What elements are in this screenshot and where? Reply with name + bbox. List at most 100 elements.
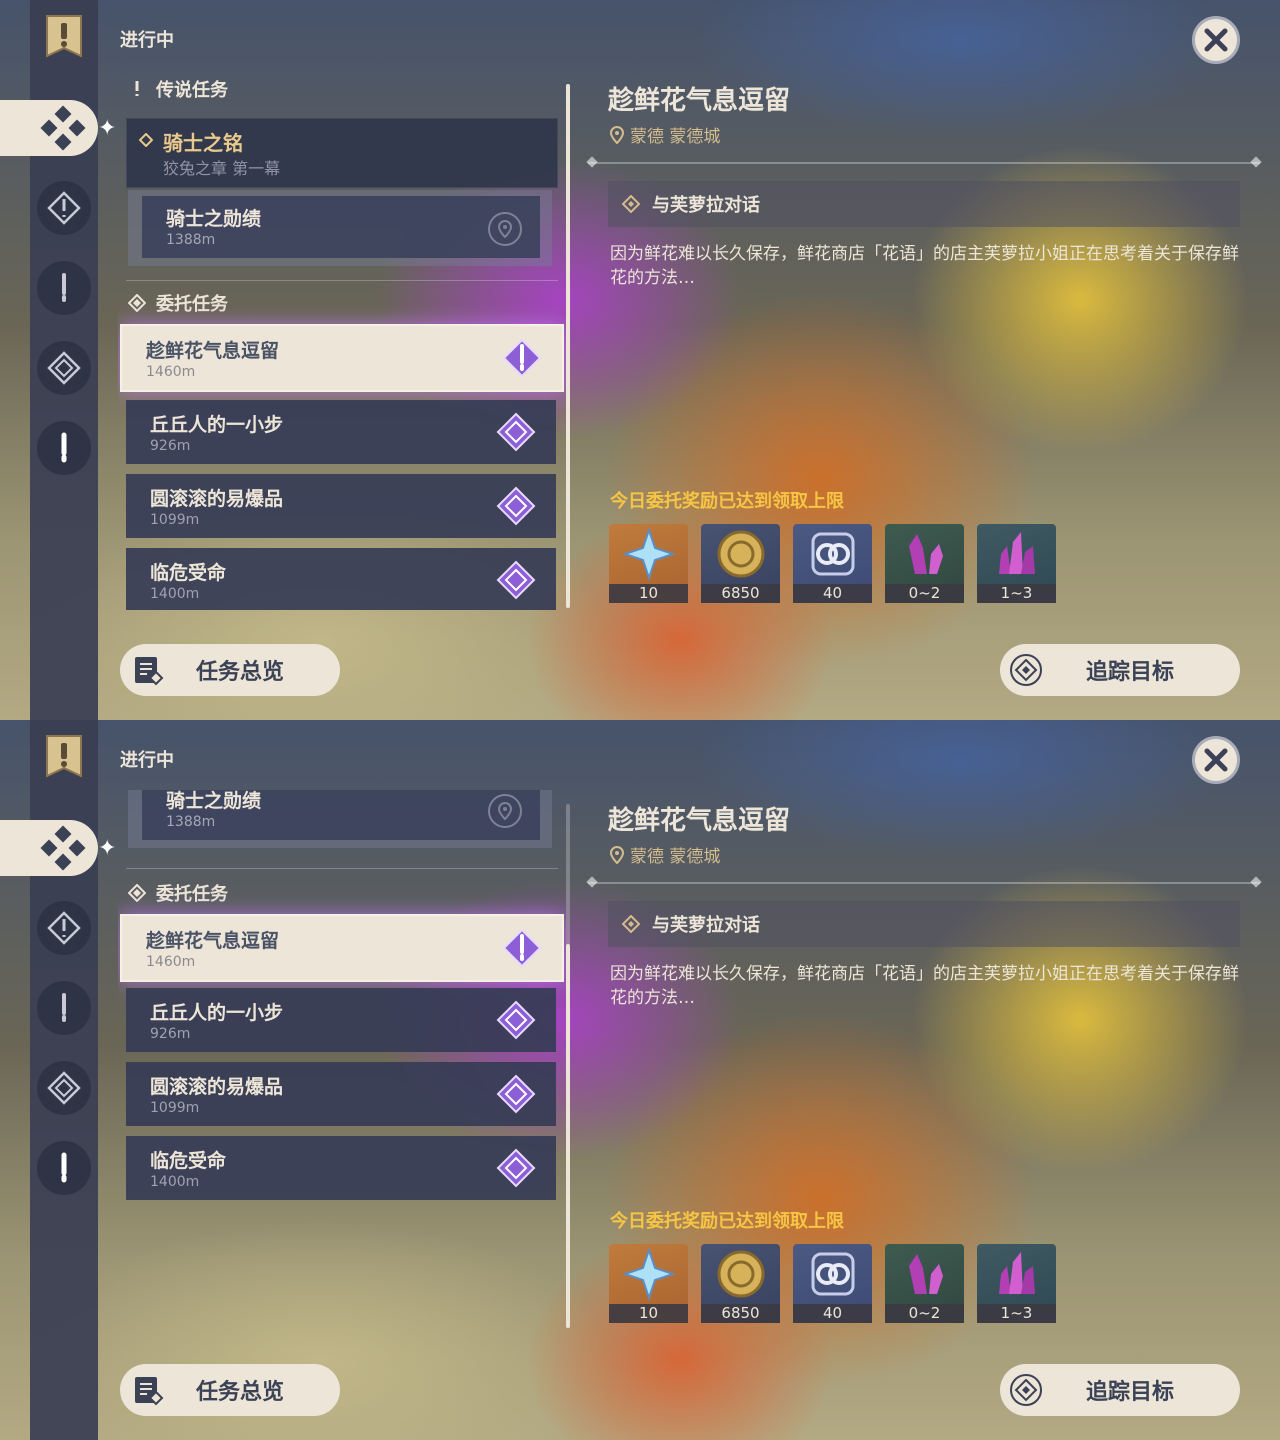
quest-detail-title: 趁鲜花气息逗留: [608, 806, 791, 836]
task-card-selected[interactable]: 趁鲜花气息逗留 1460m: [120, 914, 564, 982]
rail-item-story[interactable]: [37, 981, 91, 1035]
banner-icon[interactable]: [44, 14, 84, 60]
task-card[interactable]: 临危受命 1400m: [126, 548, 556, 610]
archon-quest-icon: [47, 911, 81, 945]
rail-item-archon[interactable]: [37, 181, 91, 235]
reward-item[interactable]: 0~2: [885, 1244, 964, 1323]
commission-icon: [128, 884, 146, 902]
reward-count: 10: [609, 1304, 688, 1323]
reward-count: 6850: [701, 1304, 780, 1323]
mora-icon: [717, 530, 764, 578]
commission-marker-icon: [496, 1148, 536, 1188]
track-target-button[interactable]: 追踪目标: [1000, 1364, 1240, 1416]
sub-quest-distance: 1388m: [166, 814, 216, 830]
quest-location: 蒙德 蒙德城: [610, 122, 720, 147]
reward-count: 0~2: [885, 1304, 964, 1323]
reward-item[interactable]: 40: [793, 1244, 872, 1323]
rail-item-commission-active[interactable]: [0, 100, 98, 156]
section-divider: [126, 280, 558, 281]
reward-item[interactable]: 0~2: [885, 524, 964, 603]
sub-quest-card[interactable]: 骑士之勋绩 1388m: [142, 790, 540, 840]
companionship-exp-icon: [811, 1252, 854, 1296]
reward-item[interactable]: 6850: [701, 524, 780, 603]
task-card[interactable]: 丘丘人的一小步 926m: [126, 988, 556, 1052]
track-diamond-icon: [1010, 654, 1042, 686]
track-target-label: 追踪目标: [1086, 660, 1175, 685]
rail-item-world[interactable]: [37, 1061, 91, 1115]
rail-item-archon[interactable]: [37, 901, 91, 955]
task-title: 临危受命: [150, 562, 227, 584]
task-distance: 1400m: [150, 1174, 200, 1190]
exclamation-icon: [61, 432, 67, 463]
reward-count: 0~2: [885, 584, 964, 603]
rail-item-story[interactable]: [37, 261, 91, 315]
world-quest-icon: [47, 1071, 81, 1105]
location-pin-icon[interactable]: [488, 794, 522, 828]
task-card[interactable]: 临危受命 1400m: [126, 1136, 556, 1200]
section-commission-label: 委托任务: [156, 294, 228, 315]
quest-overview-label: 任务总览: [196, 660, 285, 685]
location-pin-icon: [610, 125, 624, 144]
close-button[interactable]: [1192, 736, 1240, 784]
reward-count: 40: [793, 1304, 872, 1323]
legend-quest-card[interactable]: 骑士之铭 狡兔之章 第一幕: [126, 118, 558, 188]
sub-quest-title: 骑士之勋绩: [166, 208, 262, 230]
reward-count: 6850: [701, 584, 780, 603]
sub-quest-title: 骑士之勋绩: [166, 790, 262, 812]
rail-item-event[interactable]: [37, 421, 91, 475]
reward-item[interactable]: 1~3: [977, 1244, 1056, 1323]
exclamation-icon: [62, 993, 66, 1022]
list-scrollbar[interactable]: [566, 84, 570, 608]
reward-limit-notice: 今日委托奖励已达到领取上限: [610, 491, 844, 512]
task-title: 圆滚滚的易爆品: [150, 488, 284, 510]
task-card-selected[interactable]: 趁鲜花气息逗留 1460m: [120, 324, 564, 392]
reward-item[interactable]: 1~3: [977, 524, 1056, 603]
rail-item-event[interactable]: [37, 1141, 91, 1195]
quest-objective: 与芙萝拉对话: [608, 901, 1240, 947]
quest-objective: 与芙萝拉对话: [608, 181, 1240, 227]
reward-item[interactable]: 6850: [701, 1244, 780, 1323]
objective-diamond-icon: [622, 915, 640, 933]
list-scrollbar[interactable]: [566, 804, 570, 1328]
task-card[interactable]: 丘丘人的一小步 926m: [126, 400, 556, 464]
banner-icon[interactable]: [44, 734, 84, 780]
section-commission: 委托任务: [128, 878, 228, 908]
reward-item[interactable]: 10: [609, 524, 688, 603]
task-card[interactable]: 圆滚滚的易爆品 1099m: [126, 1062, 556, 1126]
exclamation-icon: [62, 273, 66, 302]
task-card[interactable]: 圆滚滚的易爆品 1099m: [126, 474, 556, 538]
quest-list[interactable]: 传说任务 骑士之铭 狡兔之章 第一幕 骑士之勋绩 1388m 委托任务 趁鲜花气…: [118, 70, 566, 610]
quest-detail-title: 趁鲜花气息逗留: [608, 86, 791, 116]
sub-quest-card[interactable]: 骑士之勋绩 1388m: [142, 196, 540, 258]
reward-item[interactable]: 10: [609, 1244, 688, 1323]
section-legend-label: 传说任务: [156, 80, 228, 101]
close-icon: [1204, 748, 1228, 772]
task-distance: 1099m: [150, 512, 200, 528]
quest-overview-button[interactable]: 任务总览: [120, 1364, 340, 1416]
section-commission-label: 委托任务: [156, 884, 228, 905]
quest-list[interactable]: 骑士之勋绩 1388m 委托任务 趁鲜花气息逗留 1460m 丘丘人的一小步 9…: [118, 790, 566, 1330]
rail-item-world[interactable]: [37, 341, 91, 395]
commission-marker-icon: [496, 1000, 536, 1040]
scrollbar-thumb[interactable]: [566, 84, 570, 608]
mora-icon: [717, 1250, 764, 1298]
commission-marker-icon: [496, 412, 536, 452]
quest-overview-button[interactable]: 任务总览: [120, 644, 340, 696]
quest-overview-label: 任务总览: [196, 1380, 285, 1405]
quest-book-icon: [135, 657, 164, 686]
scrollbar-thumb[interactable]: [566, 944, 570, 1328]
close-button[interactable]: [1192, 16, 1240, 64]
section-commission: 委托任务: [128, 288, 228, 318]
detail-divider: [588, 162, 1260, 164]
quest-location-label: 蒙德 蒙德城: [630, 847, 721, 867]
location-pin-icon[interactable]: [488, 212, 522, 246]
task-title: 趁鲜花气息逗留: [146, 340, 280, 362]
crystal-icon: [908, 534, 943, 574]
reward-item[interactable]: 40: [793, 524, 872, 603]
reward-limit-notice: 今日委托奖励已达到领取上限: [610, 1211, 844, 1232]
track-target-button[interactable]: 追踪目标: [1000, 644, 1240, 696]
rail-item-commission-active[interactable]: [0, 820, 98, 876]
quest-screen-top: ✦ 进行中 传说任务 骑士之铭 狡兔之章 第一幕 骑士之勋绩 1388m 委托任…: [0, 0, 1280, 720]
commission-all-icon: [40, 825, 86, 871]
task-title: 临危受命: [150, 1150, 227, 1172]
